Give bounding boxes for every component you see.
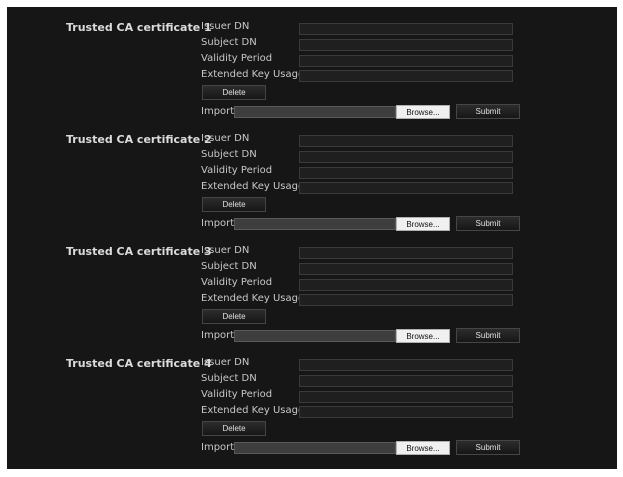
validity-period-field [299, 391, 513, 403]
certificate-section-3: Trusted CA certificate 3 Issuer DN Subje… [7, 231, 617, 343]
validity-period-field [299, 167, 513, 179]
delete-button[interactable]: Delete [202, 421, 266, 436]
certificate-title: Trusted CA certificate 3 [66, 245, 212, 258]
validity-period-field [299, 55, 513, 67]
extended-key-usage-field [299, 406, 513, 418]
submit-button[interactable]: Submit [456, 328, 520, 343]
delete-button[interactable]: Delete [202, 85, 266, 100]
import-file-input[interactable] [234, 330, 396, 342]
extended-key-usage-field [299, 294, 513, 306]
subject-dn-label: Subject DN [201, 37, 257, 48]
submit-button[interactable]: Submit [456, 216, 520, 231]
extended-key-usage-label: Extended Key Usage [201, 293, 305, 304]
subject-dn-label: Subject DN [201, 373, 257, 384]
certificate-panel: Trusted CA certificate 1 Issuer DN Subje… [7, 7, 617, 469]
validity-period-label: Validity Period [201, 53, 273, 64]
extended-key-usage-label: Extended Key Usage [201, 405, 305, 416]
issuer-dn-field [299, 359, 513, 371]
extended-key-usage-field [299, 70, 513, 82]
import-file-input[interactable] [234, 442, 396, 454]
import-file-input[interactable] [234, 106, 396, 118]
import-label: Import [201, 106, 235, 117]
extended-key-usage-label: Extended Key Usage [201, 69, 305, 80]
subject-dn-label: Subject DN [201, 149, 257, 160]
certificate-title: Trusted CA certificate 1 [66, 21, 212, 34]
issuer-dn-field [299, 247, 513, 259]
extended-key-usage-field [299, 182, 513, 194]
browse-button[interactable]: Browse... [396, 105, 450, 119]
extended-key-usage-label: Extended Key Usage [201, 181, 305, 192]
submit-button[interactable]: Submit [456, 104, 520, 119]
import-file-input[interactable] [234, 218, 396, 230]
certificate-title: Trusted CA certificate 2 [66, 133, 212, 146]
issuer-dn-field [299, 135, 513, 147]
certificate-section-1: Trusted CA certificate 1 Issuer DN Subje… [7, 7, 617, 119]
import-label: Import [201, 442, 235, 453]
delete-button[interactable]: Delete [202, 197, 266, 212]
issuer-dn-label: Issuer DN [201, 357, 250, 368]
subject-dn-field [299, 263, 513, 275]
delete-button[interactable]: Delete [202, 309, 266, 324]
import-label: Import [201, 330, 235, 341]
validity-period-label: Validity Period [201, 389, 273, 400]
issuer-dn-label: Issuer DN [201, 133, 250, 144]
browse-button[interactable]: Browse... [396, 441, 450, 455]
browse-button[interactable]: Browse... [396, 217, 450, 231]
subject-dn-field [299, 39, 513, 51]
certificate-title: Trusted CA certificate 4 [66, 357, 212, 370]
issuer-dn-label: Issuer DN [201, 245, 250, 256]
browse-button[interactable]: Browse... [396, 329, 450, 343]
validity-period-label: Validity Period [201, 165, 273, 176]
subject-dn-field [299, 375, 513, 387]
issuer-dn-field [299, 23, 513, 35]
subject-dn-field [299, 151, 513, 163]
validity-period-label: Validity Period [201, 277, 273, 288]
validity-period-field [299, 279, 513, 291]
submit-button[interactable]: Submit [456, 440, 520, 455]
certificate-section-4: Trusted CA certificate 4 Issuer DN Subje… [7, 343, 617, 455]
import-label: Import [201, 218, 235, 229]
certificate-section-2: Trusted CA certificate 2 Issuer DN Subje… [7, 119, 617, 231]
issuer-dn-label: Issuer DN [201, 21, 250, 32]
subject-dn-label: Subject DN [201, 261, 257, 272]
